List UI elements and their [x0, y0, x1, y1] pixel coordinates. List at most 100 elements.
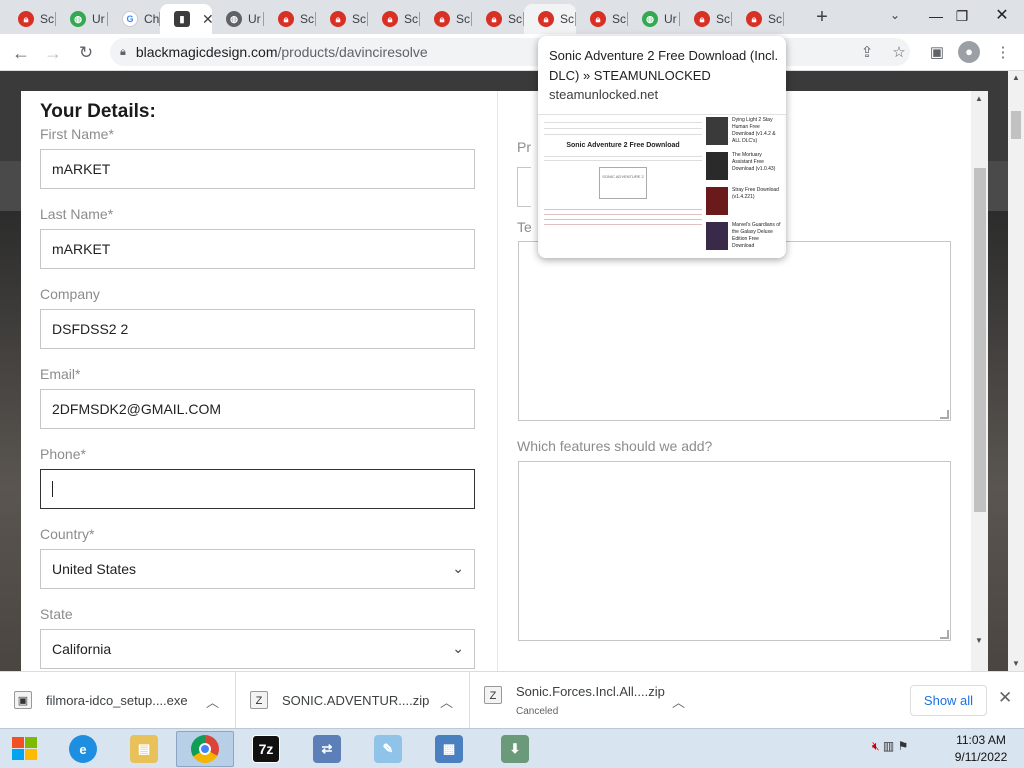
- windows-logo-icon: [12, 737, 24, 748]
- scroll-down-arrow-icon[interactable]: ▼: [1012, 659, 1020, 668]
- browser-tab[interactable]: 🔒︎ Sc: [420, 4, 472, 34]
- tab-search-chevron-icon[interactable]: ⌄: [890, 8, 900, 22]
- download-filename: SONIC.ADVENTUR....zip: [282, 693, 430, 708]
- download-item[interactable]: ▣ filmora-idco_setup....exe ︿: [0, 672, 236, 729]
- installer-icon[interactable]: ⬇: [486, 731, 544, 767]
- flag-icon[interactable]: ⚑: [898, 739, 909, 753]
- column-divider: [497, 91, 498, 671]
- resize-handle-icon[interactable]: [940, 630, 949, 639]
- file-explorer-icon[interactable]: ▤: [115, 731, 173, 767]
- country-label: Country*: [40, 526, 95, 542]
- control-panel-icon[interactable]: ▦: [420, 731, 478, 767]
- zip-file-icon: Z: [250, 691, 268, 709]
- form-scrollbar-thumb[interactable]: [974, 168, 986, 512]
- download-item[interactable]: Z Sonic.Forces.Incl.All....zip Canceled …: [470, 672, 704, 729]
- game-cover-thumbnail: [706, 187, 728, 215]
- browser-tab[interactable]: 🔒︎ Sc: [576, 4, 628, 34]
- browser-tab[interactable]: 🔒︎ Sc: [680, 4, 732, 34]
- page-scrollbar-thumb[interactable]: [1011, 111, 1021, 139]
- start-button[interactable]: [8, 734, 40, 764]
- scroll-down-arrow-icon[interactable]: ▼: [975, 636, 983, 645]
- 7zip-icon[interactable]: 7z: [237, 731, 295, 767]
- state-select[interactable]: California ⌄: [40, 629, 475, 669]
- chevron-up-icon[interactable]: ︿: [440, 692, 453, 711]
- new-tab-button[interactable]: +: [812, 6, 832, 28]
- network-icon[interactable]: ▥: [883, 739, 894, 753]
- chrome-icon[interactable]: [176, 731, 234, 767]
- network-app-icon[interactable]: ⇄: [298, 731, 356, 767]
- back-button[interactable]: ←: [8, 40, 34, 66]
- company-label: Company: [40, 286, 100, 302]
- right-select-partial[interactable]: [517, 167, 531, 207]
- restore-button[interactable]: ❐: [950, 4, 974, 28]
- browser-tab[interactable]: ◍ Ur: [56, 4, 108, 34]
- profile-avatar[interactable]: ●: [958, 41, 980, 63]
- first-name-value: mARKET: [52, 161, 111, 177]
- red-lock-icon: 🔒︎: [382, 11, 398, 27]
- red-lock-icon: 🔒︎: [330, 11, 346, 27]
- last-name-label: Last Name*: [40, 206, 114, 222]
- forward-button[interactable]: →: [40, 40, 66, 66]
- browser-tab[interactable]: ▮ ✕: [160, 4, 212, 34]
- chevron-down-icon: ⌄: [452, 640, 464, 656]
- download-status: Canceled: [516, 706, 559, 717]
- system-tray[interactable]: 🔇︎ ▥ ⚑: [872, 739, 908, 754]
- tab-title: Sc: [612, 12, 627, 26]
- browser-tab[interactable]: ◍ Ur: [628, 4, 680, 34]
- browser-tab[interactable]: ◍ Ur: [212, 4, 264, 34]
- green-globe-icon: ◍: [70, 11, 86, 27]
- menu-kebab-icon[interactable]: ⋮: [992, 42, 1014, 64]
- resize-handle-icon[interactable]: [940, 410, 949, 419]
- close-window-button[interactable]: ✕: [990, 4, 1014, 28]
- browser-tab[interactable]: 🔒︎ Sc: [316, 4, 368, 34]
- close-icon[interactable]: ✕: [998, 688, 1012, 708]
- chevron-up-icon[interactable]: ︿: [672, 692, 685, 711]
- taskbar-clock[interactable]: 11:03 AM 9/11/2022: [946, 732, 1016, 766]
- browser-tab[interactable]: 🔒︎ Sc: [264, 4, 316, 34]
- side-panel-icon[interactable]: ▣: [926, 42, 948, 64]
- thumbnail-heading: Sonic Adventure 2 Free Download: [566, 142, 680, 149]
- browser-tab[interactable]: G Ch: [108, 4, 160, 34]
- tab-title: Sc: [40, 12, 55, 26]
- company-input[interactable]: DSFDSS2 2: [40, 309, 475, 349]
- comments-textarea[interactable]: [518, 241, 951, 421]
- notepad-icon[interactable]: ✎: [359, 731, 417, 767]
- details-heading: Your Details:: [40, 101, 156, 122]
- internet-explorer-icon[interactable]: e: [54, 731, 112, 767]
- green-globe-icon: ◍: [642, 11, 658, 27]
- bookmark-star-icon[interactable]: ☆: [888, 42, 910, 64]
- thumbnail-side-item: The Mortuary Assistant Free Download (v1…: [706, 150, 784, 184]
- tab-title: Sc: [560, 12, 575, 26]
- volume-muted-icon[interactable]: 🔇︎: [872, 739, 880, 753]
- email-input[interactable]: 2DFMSDK2@GMAIL.COM: [40, 389, 475, 429]
- chevron-up-icon[interactable]: ︿: [206, 692, 219, 711]
- tab-title: Ur: [248, 12, 261, 26]
- phone-input[interactable]: [40, 469, 475, 509]
- hover-card-domain: steamunlocked.net: [549, 87, 659, 102]
- browser-toolbar: ← → ↻ 🔒︎ blackmagicdesign.com/products/d…: [0, 34, 1024, 71]
- browser-tab[interactable]: 🔒︎ Sc: [4, 4, 56, 34]
- scroll-up-arrow-icon[interactable]: ▲: [1012, 73, 1020, 82]
- address-bar[interactable]: 🔒︎ blackmagicdesign.com/products/davinci…: [110, 38, 910, 66]
- email-label: Email*: [40, 366, 81, 382]
- reload-button[interactable]: ↻: [73, 40, 99, 66]
- share-icon[interactable]: ⇪: [856, 42, 878, 64]
- close-tab-icon[interactable]: ✕: [202, 11, 212, 28]
- first-name-input[interactable]: mARKET: [40, 149, 475, 189]
- browser-tab[interactable]: 🔒︎ Sc: [732, 4, 784, 34]
- lock-icon[interactable]: 🔒︎: [120, 46, 126, 59]
- browser-tab[interactable]: 🔒︎ Sc: [368, 4, 420, 34]
- features-textarea[interactable]: [518, 461, 951, 641]
- red-lock-icon: 🔒︎: [486, 11, 502, 27]
- country-select[interactable]: United States ⌄: [40, 549, 475, 589]
- browser-tab[interactable]: 🔒︎ Sc: [524, 4, 576, 34]
- game-cover-thumbnail: [706, 117, 728, 145]
- download-item[interactable]: Z SONIC.ADVENTUR....zip ︿: [236, 672, 470, 729]
- scroll-up-arrow-icon[interactable]: ▲: [975, 94, 983, 103]
- minimize-button[interactable]: —: [924, 4, 948, 28]
- last-name-input[interactable]: mARKET: [40, 229, 475, 269]
- show-all-downloads-button[interactable]: Show all: [910, 685, 987, 716]
- page-scrollbar-track[interactable]: [1008, 71, 1024, 671]
- browser-tab[interactable]: 🔒︎ Sc: [472, 4, 524, 34]
- thumbnail-side-text: Marvel's Guardians of the Galaxy Deluxe …: [732, 222, 781, 249]
